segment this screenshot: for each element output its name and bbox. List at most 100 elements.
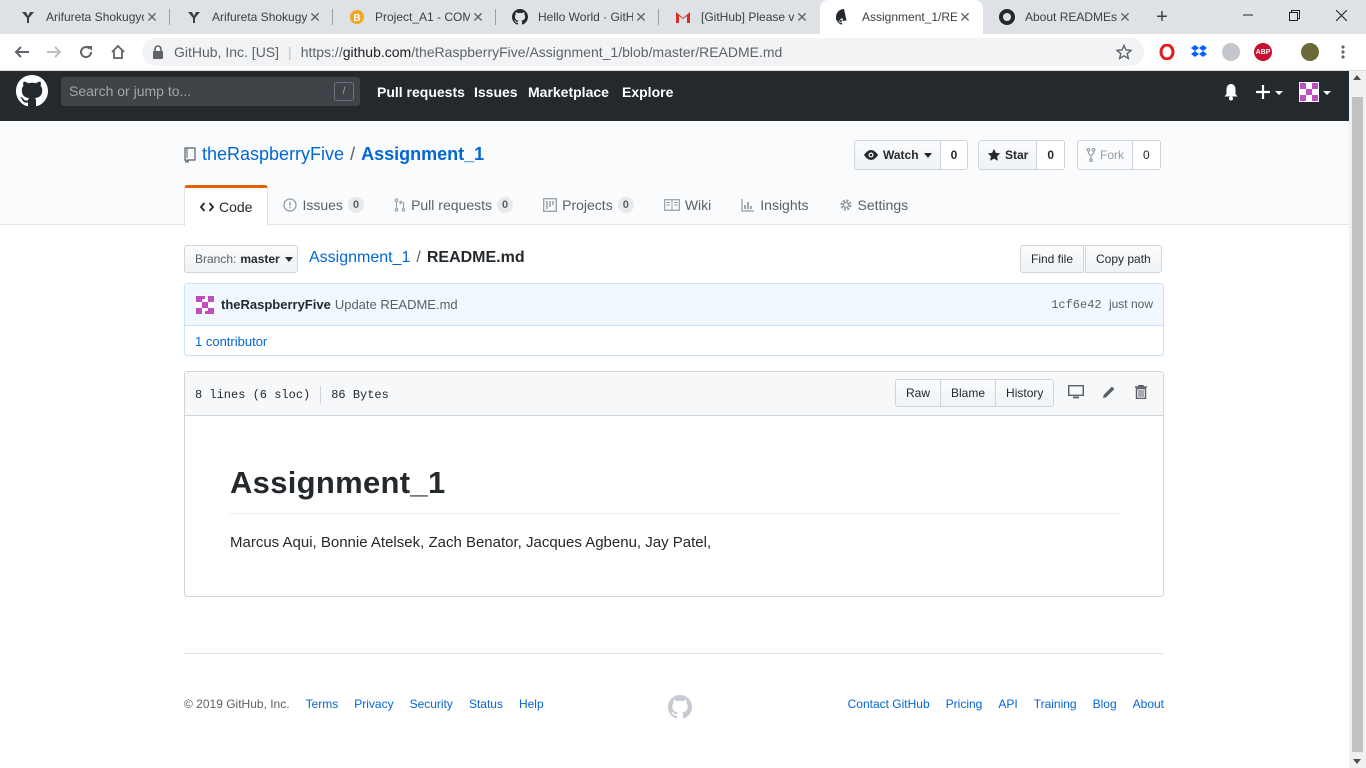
close-icon[interactable]: ✕ xyxy=(307,9,323,25)
extension-icon[interactable] xyxy=(1222,43,1240,61)
browser-menu-icon[interactable] xyxy=(1331,40,1355,64)
avatar[interactable] xyxy=(195,294,215,315)
commit-sha-link[interactable]: 1cf6e42 xyxy=(1051,298,1101,312)
tab-projects[interactable]: Projects 0 xyxy=(528,185,649,225)
blame-button[interactable]: Blame xyxy=(940,379,997,407)
close-icon[interactable]: ✕ xyxy=(794,9,810,25)
fork-count[interactable]: 0 xyxy=(1133,140,1161,170)
opera-icon[interactable] xyxy=(1158,43,1176,61)
nav-pull-requests[interactable]: Pull requests xyxy=(377,84,465,100)
footer-link-terms[interactable]: Terms xyxy=(306,697,339,711)
footer-link-status[interactable]: Status xyxy=(469,697,503,711)
github-icon xyxy=(999,9,1015,25)
fork-button[interactable]: Fork xyxy=(1077,140,1133,170)
scroll-up-icon[interactable] xyxy=(1353,75,1361,80)
address-bar[interactable]: GitHub, Inc. [US] | https://github.com/t… xyxy=(142,38,1144,66)
close-icon[interactable]: ✕ xyxy=(957,9,973,25)
minimize-button[interactable] xyxy=(1225,0,1271,30)
fork-button-group: Fork 0 xyxy=(1077,140,1161,170)
footer-link-training[interactable]: Training xyxy=(1034,697,1077,711)
trash-icon[interactable] xyxy=(1135,385,1147,399)
star-count[interactable]: 0 xyxy=(1037,140,1066,170)
nav-explore[interactable]: Explore xyxy=(622,84,673,100)
close-icon[interactable]: ✕ xyxy=(1117,9,1133,25)
page-scrollbar[interactable] xyxy=(1349,71,1366,768)
browser-tab[interactable]: [GitHub] Please verify ✕ xyxy=(659,0,820,34)
issue-icon xyxy=(283,198,298,212)
repo-owner-link[interactable]: theRaspberryFive xyxy=(202,144,344,165)
star-button[interactable]: Star xyxy=(978,140,1038,170)
browser-tab-bar: Arifureta Shokugyo ✕ Arifureta Shokugyo … xyxy=(0,0,1366,34)
user-avatar[interactable] xyxy=(1299,82,1333,104)
footer-link-blog[interactable]: Blog xyxy=(1093,697,1117,711)
restore-button[interactable] xyxy=(1271,0,1317,30)
browser-tab-active[interactable]: Assignment_1/README ✕ xyxy=(820,0,983,34)
browser-tab[interactable]: About READMEs - ✕ xyxy=(983,0,1143,34)
close-icon[interactable]: ✕ xyxy=(470,9,486,25)
repo-name-link[interactable]: Assignment_1 xyxy=(361,144,484,165)
home-icon[interactable] xyxy=(106,40,130,64)
footer-link-about[interactable]: About xyxy=(1133,697,1164,711)
commit-message-link[interactable]: Update README.md xyxy=(335,297,458,312)
reload-icon[interactable] xyxy=(74,40,98,64)
browser-tab[interactable]: Arifureta Shokugyo ✕ xyxy=(170,0,333,34)
breadcrumb-repo-link[interactable]: Assignment_1 xyxy=(309,249,410,266)
back-icon[interactable] xyxy=(10,40,34,64)
tab-insights[interactable]: Insights xyxy=(726,185,823,225)
footer-link-api[interactable]: API xyxy=(998,697,1017,711)
search-input[interactable]: Search or jump to... / xyxy=(61,77,360,106)
tab-title: [GitHub] Please verify xyxy=(701,10,794,24)
caret-down-icon xyxy=(284,256,293,262)
commit-author-link[interactable]: theRaspberryFive xyxy=(221,297,331,312)
watch-button[interactable]: Watch xyxy=(854,140,941,170)
github-mark-icon[interactable] xyxy=(668,695,692,719)
nav-marketplace[interactable]: Marketplace xyxy=(528,84,609,100)
pencil-icon[interactable] xyxy=(1102,385,1116,399)
copy-path-button[interactable]: Copy path xyxy=(1085,245,1162,273)
tab-wiki[interactable]: Wiki xyxy=(649,185,726,225)
create-new-plus-icon[interactable] xyxy=(1256,83,1284,101)
close-icon[interactable]: ✕ xyxy=(144,9,160,25)
bell-icon[interactable] xyxy=(1223,83,1239,101)
raw-button[interactable]: Raw xyxy=(895,379,942,407)
branch-select[interactable]: Branch: master xyxy=(184,245,298,273)
orange-circle-icon: B xyxy=(349,9,365,25)
scroll-down-icon[interactable] xyxy=(1353,759,1361,764)
dropbox-icon[interactable] xyxy=(1190,43,1208,61)
forward-icon[interactable] xyxy=(42,40,66,64)
footer-link-contact[interactable]: Contact GitHub xyxy=(848,697,930,711)
nav-issues[interactable]: Issues xyxy=(474,84,518,100)
repo-icon xyxy=(184,146,196,163)
footer-link-security[interactable]: Security xyxy=(410,697,453,711)
contributors-link[interactable]: 1 contributor xyxy=(195,334,267,349)
footer-link-help[interactable]: Help xyxy=(519,697,544,711)
history-button[interactable]: History xyxy=(995,379,1055,407)
bookmark-star-icon[interactable] xyxy=(1116,44,1132,60)
file-button-group: Raw Blame History xyxy=(895,379,1055,407)
github-logo-icon[interactable] xyxy=(16,75,48,107)
new-tab-button[interactable]: + xyxy=(1152,7,1172,27)
graph-icon xyxy=(741,198,755,212)
find-file-button[interactable]: Find file xyxy=(1020,245,1085,273)
url-text: https://github.com/theRaspberryFive/Assi… xyxy=(300,44,783,60)
adblock-plus-icon[interactable]: ABP xyxy=(1254,43,1272,61)
tab-pull-requests[interactable]: Pull requests 0 xyxy=(379,185,528,225)
tab-settings[interactable]: Settings xyxy=(824,185,924,225)
scrollbar-thumb[interactable] xyxy=(1352,97,1363,752)
close-window-button[interactable] xyxy=(1318,0,1364,30)
browser-tab[interactable]: Arifureta Shokugyo ✕ xyxy=(4,0,170,34)
tab-title: Hello World · GitHub xyxy=(538,10,633,24)
browser-tab[interactable]: B Project_A1 - COMP ✕ xyxy=(333,0,496,34)
browser-tab[interactable]: Hello World · GitHub ✕ xyxy=(496,0,659,34)
tab-code[interactable]: Code xyxy=(184,185,269,226)
tab-issues[interactable]: Issues 0 xyxy=(268,185,379,225)
issues-count: 0 xyxy=(347,197,365,213)
profile-avatar[interactable] xyxy=(1301,43,1319,61)
footer-link-pricing[interactable]: Pricing xyxy=(946,697,983,711)
footer-link-privacy[interactable]: Privacy xyxy=(354,697,393,711)
watch-count[interactable]: 0 xyxy=(940,140,969,170)
close-icon[interactable]: ✕ xyxy=(633,9,649,25)
repo-header: theRaspberryFive / Assignment_1 Watch 0 … xyxy=(0,121,1349,226)
desktop-icon[interactable] xyxy=(1068,385,1084,399)
breadcrumb-file: README.md xyxy=(426,249,525,266)
